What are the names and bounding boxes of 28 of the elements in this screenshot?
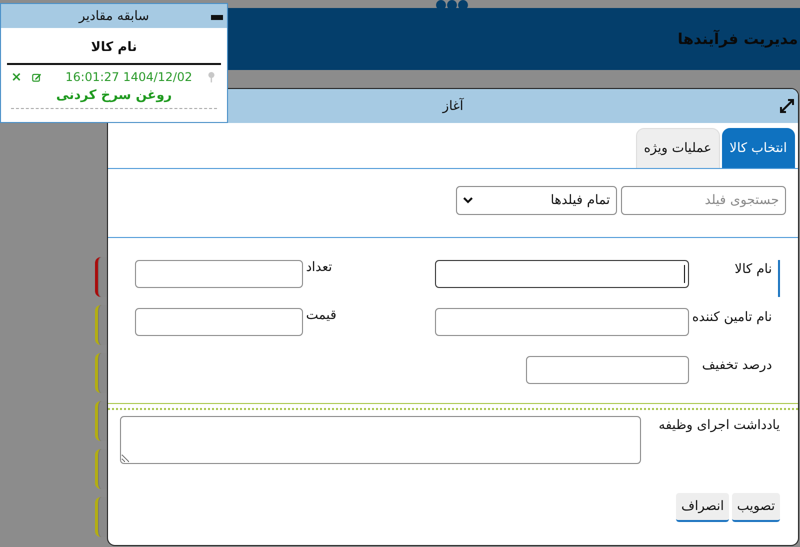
tab[interactable]: انتخاب کالا	[722, 128, 795, 168]
panel-title: سابقه مقادیر	[78, 8, 150, 24]
text-field[interactable]	[135, 308, 303, 336]
dialog-button[interactable]: تصویب	[732, 493, 780, 522]
tab[interactable]: عملیات ویژه	[636, 128, 720, 168]
field-name: نام کالا	[90, 40, 138, 55]
search-field[interactable]: جستجوی فیلد	[621, 186, 786, 215]
delete-button[interactable]: ×	[11, 70, 22, 84]
text-cursor	[684, 265, 685, 283]
text-field[interactable]	[435, 308, 689, 336]
filter-dropdown[interactable]: تمام فیلدها	[456, 186, 617, 215]
expand-icon[interactable]	[780, 99, 794, 113]
dialog-button[interactable]: انصراف	[676, 493, 729, 522]
field-label: درصد تخفیف	[702, 358, 772, 375]
text-field[interactable]	[526, 356, 689, 384]
field-label: نام کالا	[734, 262, 772, 279]
dialog-title: آغاز	[442, 98, 464, 114]
text-field[interactable]	[435, 260, 689, 288]
text-field[interactable]	[135, 260, 303, 288]
timestamp: 16:01:27 1404/12/02	[65, 70, 192, 84]
note-field[interactable]	[120, 416, 641, 464]
chevron-down-icon	[463, 197, 473, 204]
field-label: قیمت	[306, 308, 336, 325]
field-label: نام تامین کننده	[692, 310, 772, 327]
field-label: یادداشت اجرای وظیفه	[658, 417, 780, 435]
entry-value: روغن سرخ کردنی	[55, 88, 173, 103]
page-title: مدیریت فرآیندها	[678, 30, 798, 48]
field-label: تعداد	[306, 260, 332, 277]
